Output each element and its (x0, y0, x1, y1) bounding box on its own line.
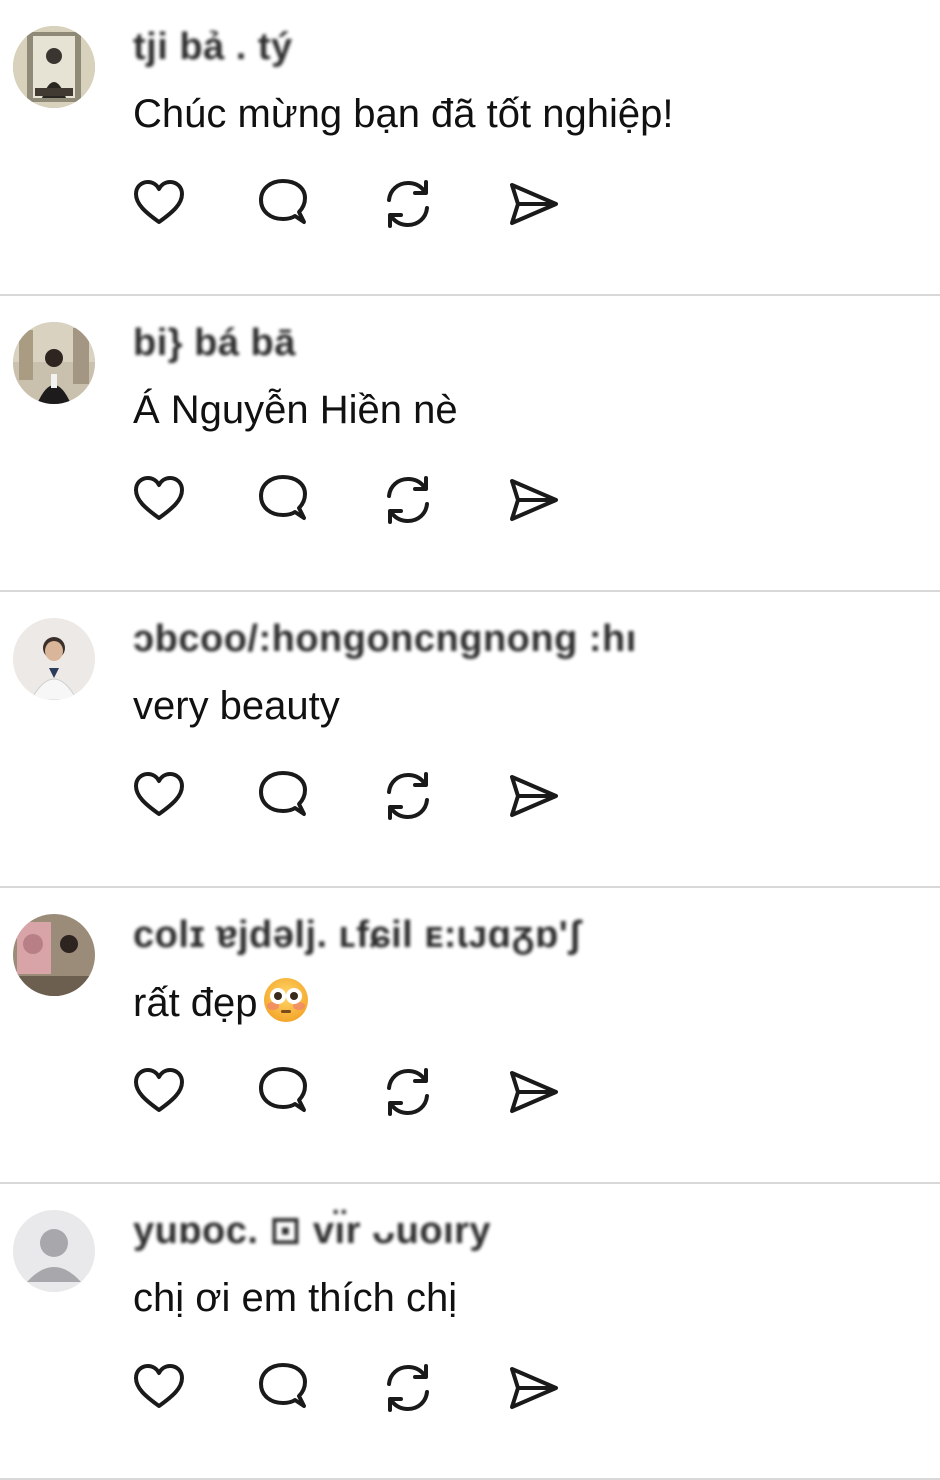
repost-arrows-icon (387, 180, 429, 228)
speech-bubble-icon (259, 1067, 307, 1112)
comment-button[interactable] (255, 176, 311, 232)
like-button[interactable] (131, 1360, 187, 1416)
share-button[interactable] (506, 768, 562, 824)
repost-button[interactable] (380, 176, 436, 232)
action-bar (131, 472, 571, 530)
action-bar (131, 1064, 571, 1122)
avatar[interactable] (13, 618, 95, 700)
comment-button[interactable] (255, 1064, 311, 1120)
heart-icon (134, 1068, 184, 1112)
comment-text: Chúc mừng bạn đã tốt nghiệp! (133, 92, 674, 136)
like-button[interactable] (131, 768, 187, 824)
repost-arrows-icon (387, 1068, 429, 1116)
reply-list: tji bả . tý Chúc mừng bạn đã tốt nghiệp! (0, 0, 940, 1480)
username[interactable]: tji bả . tý (133, 22, 293, 72)
repost-button[interactable] (380, 472, 436, 528)
username[interactable]: yuɒoc. ⊡ vı̈r ᴗuoıry (133, 1206, 491, 1256)
username[interactable]: colɪ ɐjdəlj. ʟfɕil ᴇ:ɩᴊɑᵹɒ'ʃ (133, 910, 581, 960)
comment-button[interactable] (255, 472, 311, 528)
comment-button[interactable] (255, 1360, 311, 1416)
avatar-image (13, 26, 95, 108)
comment-text-content: rất đẹp (133, 981, 258, 1025)
reply-item[interactable]: yuɒoc. ⊡ vı̈r ᴗuoıry chị ơi em thích chị (0, 1184, 940, 1480)
like-button[interactable] (131, 1064, 187, 1120)
speech-bubble-icon (259, 771, 307, 816)
action-bar (131, 1360, 571, 1418)
send-paper-plane-icon (510, 1071, 558, 1113)
heart-icon (134, 476, 184, 520)
speech-bubble-icon (259, 179, 307, 224)
share-button[interactable] (506, 472, 562, 528)
send-paper-plane-icon (510, 1367, 558, 1409)
repost-button[interactable] (380, 1064, 436, 1120)
repost-arrows-icon (387, 476, 429, 524)
action-bar (131, 176, 571, 234)
heart-icon (134, 772, 184, 816)
share-button[interactable] (506, 1360, 562, 1416)
avatar[interactable] (13, 1210, 95, 1292)
repost-arrows-icon (387, 772, 429, 820)
avatar[interactable] (13, 322, 95, 404)
like-button[interactable] (131, 472, 187, 528)
avatar[interactable] (13, 914, 95, 996)
reply-item[interactable]: bi} bá bā Á Nguyễn Hiền nè (0, 296, 940, 592)
comment-text: Á Nguyễn Hiền nè (133, 388, 458, 432)
repost-button[interactable] (380, 768, 436, 824)
comment-button[interactable] (255, 768, 311, 824)
like-button[interactable] (131, 176, 187, 232)
send-paper-plane-icon (510, 183, 558, 225)
reply-item[interactable]: tji bả . tý Chúc mừng bạn đã tốt nghiệp! (0, 0, 940, 296)
speech-bubble-icon (259, 475, 307, 520)
username[interactable]: ɔbcoo/:hongoncngnong :hı (133, 614, 637, 664)
reply-item[interactable]: ɔbcoo/:hongoncngnong :hı very beauty (0, 592, 940, 888)
share-button[interactable] (506, 1064, 562, 1120)
default-user-avatar-icon (13, 1210, 95, 1292)
repost-button[interactable] (380, 1360, 436, 1416)
comment-text: rất đẹp (133, 976, 310, 1029)
avatar-image (13, 618, 95, 700)
send-paper-plane-icon (510, 775, 558, 817)
share-button[interactable] (506, 176, 562, 232)
speech-bubble-icon (259, 1363, 307, 1408)
comment-text: chị ơi em thích chị (133, 1276, 458, 1320)
avatar[interactable] (13, 26, 95, 108)
action-bar (131, 768, 571, 826)
repost-arrows-icon (387, 1364, 429, 1412)
avatar-image (13, 914, 95, 996)
send-paper-plane-icon (510, 479, 558, 521)
reply-item[interactable]: colɪ ɐjdəlj. ʟfɕil ᴇ:ɩᴊɑᵹɒ'ʃ rất đẹp (0, 888, 940, 1184)
heart-icon (134, 1364, 184, 1408)
heart-icon (134, 180, 184, 224)
flushed-face-emoji-icon (263, 978, 308, 1022)
comment-text: very beauty (133, 684, 340, 728)
username[interactable]: bi} bá bā (133, 318, 296, 368)
avatar-image (13, 322, 95, 404)
